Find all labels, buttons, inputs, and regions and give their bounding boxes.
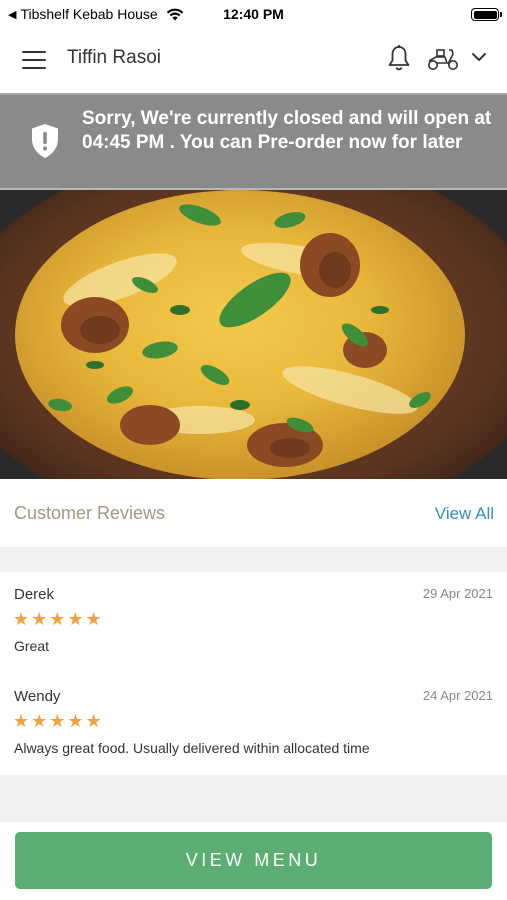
closed-notice-banner: Sorry, We're currently closed and will o… (0, 93, 507, 190)
review-item: Wendy 24 Apr 2021 ★★★★★ Always great foo… (0, 674, 507, 774)
footer-bar: VIEW MENU (0, 822, 507, 900)
battery-icon (471, 8, 502, 21)
view-all-reviews-link[interactable]: View All (435, 504, 494, 524)
shield-alert-icon (32, 124, 58, 158)
hamburger-menu-icon[interactable] (22, 51, 46, 69)
reviews-list: Derek 29 Apr 2021 ★★★★★ Great Wendy 24 A… (0, 572, 507, 775)
star-rating: ★★★★★ (13, 711, 104, 731)
restaurant-title: Tiffin Rasoi (67, 47, 161, 68)
review-item: Derek 29 Apr 2021 ★★★★★ Great (0, 572, 507, 672)
carrier-label: Tibshelf Kebab House (20, 6, 158, 22)
status-bar: ◀ Tibshelf Kebab House 12:40 PM (0, 0, 507, 28)
closed-message: Sorry, We're currently closed and will o… (82, 108, 492, 153)
delivery-scooter-icon[interactable] (426, 46, 460, 72)
review-text: Always great food. Usually delivered wit… (14, 740, 370, 756)
bell-icon[interactable] (386, 44, 412, 72)
review-date: 29 Apr 2021 (422, 586, 493, 601)
hero-food-image (0, 190, 507, 479)
chevron-down-icon[interactable] (470, 50, 488, 64)
section-divider (0, 775, 507, 822)
biryani-illustration (0, 190, 507, 479)
app-header: Tiffin Rasoi (0, 28, 507, 92)
wifi-icon (166, 8, 183, 21)
reviewer-name: Derek (14, 586, 55, 603)
section-divider (0, 547, 507, 572)
review-date: 24 Apr 2021 (422, 688, 493, 703)
star-rating: ★★★★★ (13, 609, 104, 629)
reviewer-name: Wendy (14, 688, 61, 705)
back-arrow-icon: ◀ (8, 8, 17, 21)
reviews-title: Customer Reviews (14, 503, 166, 523)
review-text: Great (14, 638, 50, 654)
view-menu-button[interactable]: VIEW MENU (15, 832, 492, 889)
back-to-app[interactable]: ◀ Tibshelf Kebab House (0, 6, 210, 22)
reviews-section-header: Customer Reviews View All (0, 479, 507, 547)
